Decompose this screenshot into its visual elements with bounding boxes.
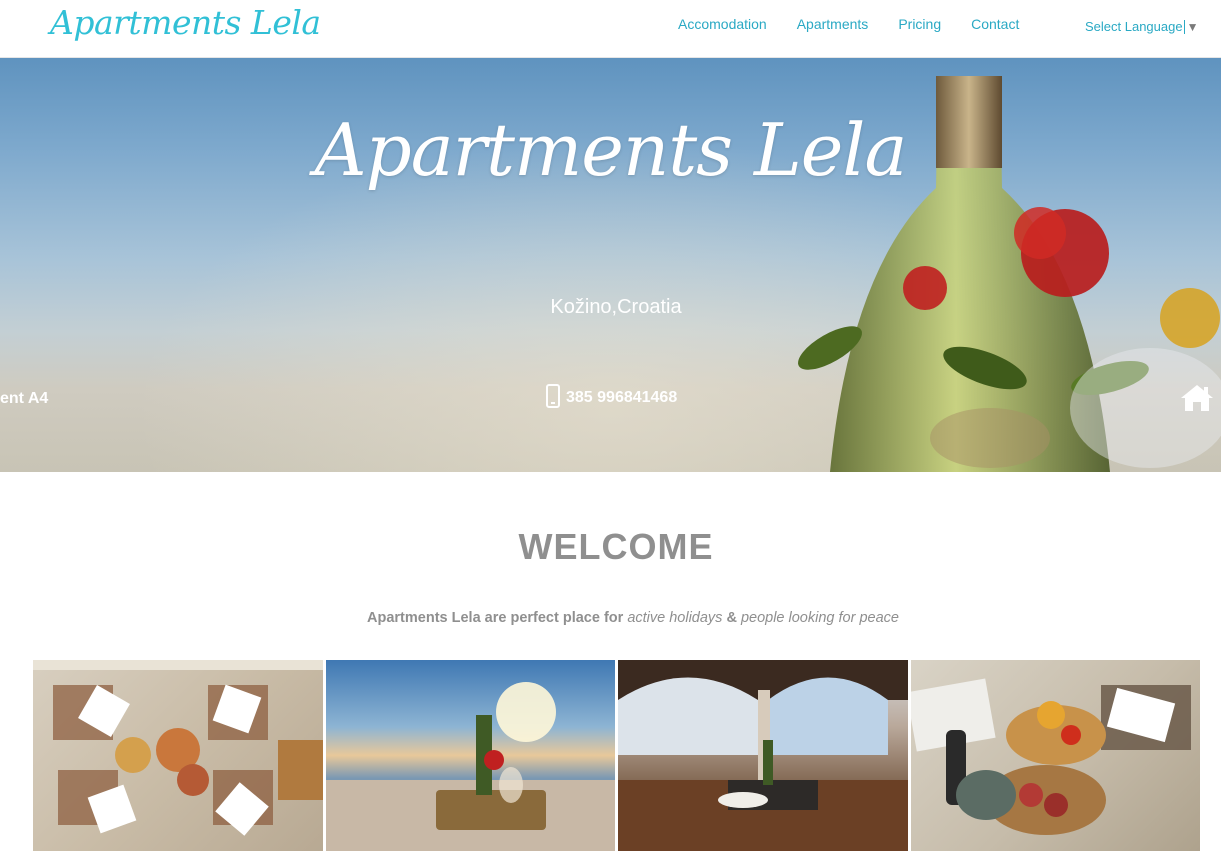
hero-title: Apartments Lela xyxy=(314,108,908,192)
hero-banner: Apartments Lela Kožino,Croatia ent A4 38… xyxy=(0,58,1221,472)
nav-link-apartments[interactable]: Apartments xyxy=(797,16,869,32)
language-select-label: Select Language xyxy=(1085,19,1183,34)
site-logo[interactable]: Apartments Lela xyxy=(50,1,321,45)
site-header: Apartments Lela Accomodation Apartments … xyxy=(0,0,1221,58)
language-select[interactable]: Select Language ▼ xyxy=(1085,19,1198,34)
language-select-divider xyxy=(1183,19,1185,34)
mobile-phone-icon xyxy=(546,384,560,408)
hero-ticker: ent A4 385 996841468 xyxy=(0,384,1221,414)
home-icon xyxy=(1180,384,1214,417)
nav-link-accomodation[interactable]: Accomodation xyxy=(678,16,767,32)
gallery-photo-table-spread[interactable] xyxy=(33,660,323,851)
tagline-active-holidays: active holidays xyxy=(627,610,723,626)
gallery-photo-terrace-dining[interactable] xyxy=(618,660,908,851)
chevron-down-icon: ▼ xyxy=(1186,19,1199,34)
nav-link-pricing[interactable]: Pricing xyxy=(898,16,941,32)
nav-link-contact[interactable]: Contact xyxy=(971,16,1019,32)
tagline-peace: people looking for peace xyxy=(740,610,899,626)
phone-number: 385 996841468 xyxy=(566,389,678,406)
tagline-prefix: Apartments Lela are perfect place for xyxy=(367,610,628,626)
main-nav: Accomodation Apartments Pricing Contact xyxy=(678,16,1049,32)
photo-gallery xyxy=(33,660,1200,851)
welcome-tagline: Apartments Lela are perfect place for ac… xyxy=(0,610,1221,626)
gallery-photo-prosciutto-board[interactable] xyxy=(910,660,1200,851)
hero-location: Kožino,Croatia xyxy=(550,296,682,318)
gallery-photo-sea-sunset[interactable] xyxy=(325,660,615,851)
ticker-apartment-text: ent A4 xyxy=(0,390,49,407)
ticker-phone: 385 996841468 xyxy=(546,384,677,408)
welcome-heading: WELCOME xyxy=(518,526,714,567)
tagline-ampersand: & xyxy=(722,610,741,626)
